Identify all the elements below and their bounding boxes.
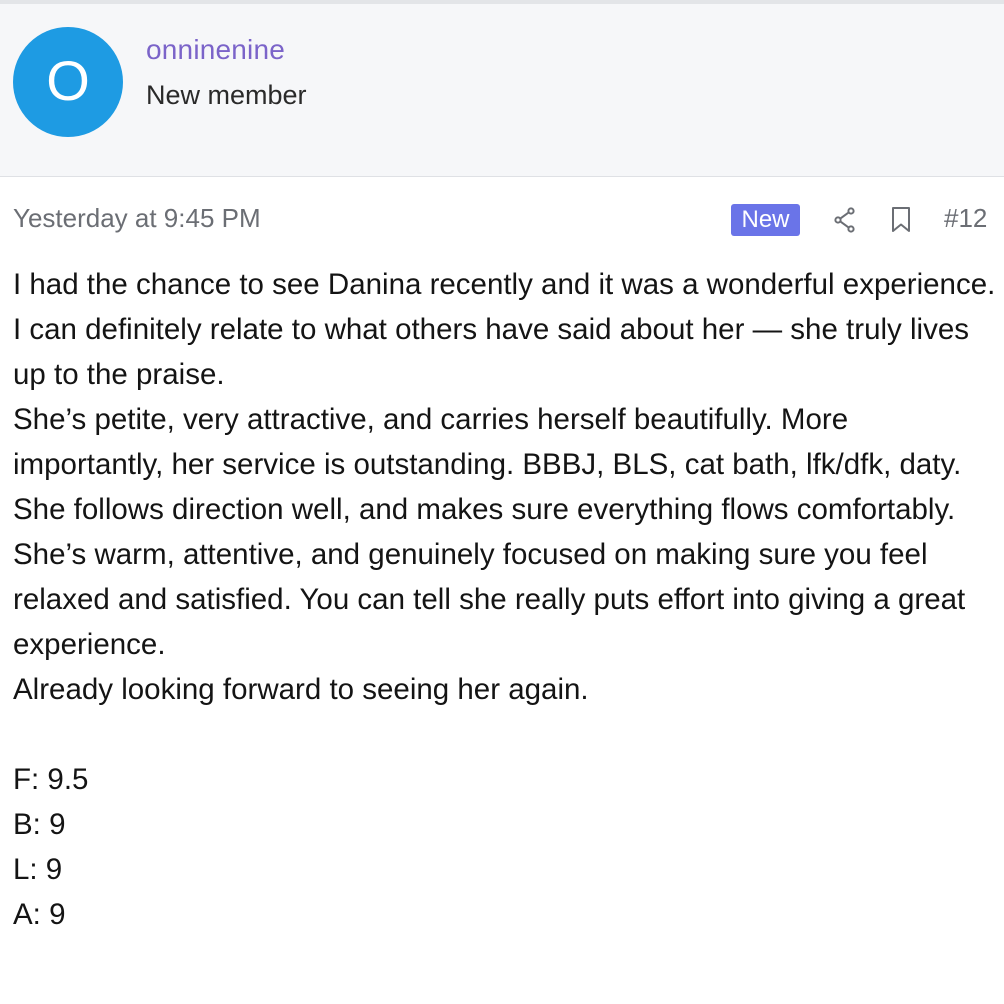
avatar[interactable]: O (13, 27, 123, 137)
rating-line: L: 9 (13, 853, 63, 886)
rating-line: B: 9 (13, 808, 66, 841)
share-button[interactable] (828, 202, 862, 238)
new-badge: New (731, 204, 800, 236)
post-timestamp[interactable]: Yesterday at 9:45 PM (13, 203, 261, 234)
share-icon (834, 207, 855, 233)
post-paragraph: She’s warm, attentive, and genuinely foc… (13, 538, 966, 661)
post-paragraph: She follows direction well, and makes su… (13, 493, 956, 526)
post-meta-bar: Yesterday at 9:45 PM New #12 (0, 176, 1004, 256)
avatar-letter: O (46, 49, 90, 112)
bookmark-button[interactable] (884, 202, 918, 238)
post-paragraph: She’s petite, very attractive, and carri… (13, 403, 962, 481)
bookmark-icon (892, 207, 910, 232)
post-paragraph: Already looking forward to seeing her ag… (13, 673, 589, 706)
post-body: I had the chance to see Danina recently … (13, 262, 998, 937)
author-header: O onninenine New member (0, 4, 1004, 177)
rating-line: F: 9.5 (13, 763, 89, 796)
rating-line: A: 9 (13, 898, 66, 931)
user-title: New member (146, 80, 307, 110)
post-paragraph: I had the chance to see Danina recently … (13, 268, 996, 391)
username-link[interactable]: onninenine (146, 34, 285, 66)
post-permalink-number[interactable]: #12 (944, 203, 987, 234)
